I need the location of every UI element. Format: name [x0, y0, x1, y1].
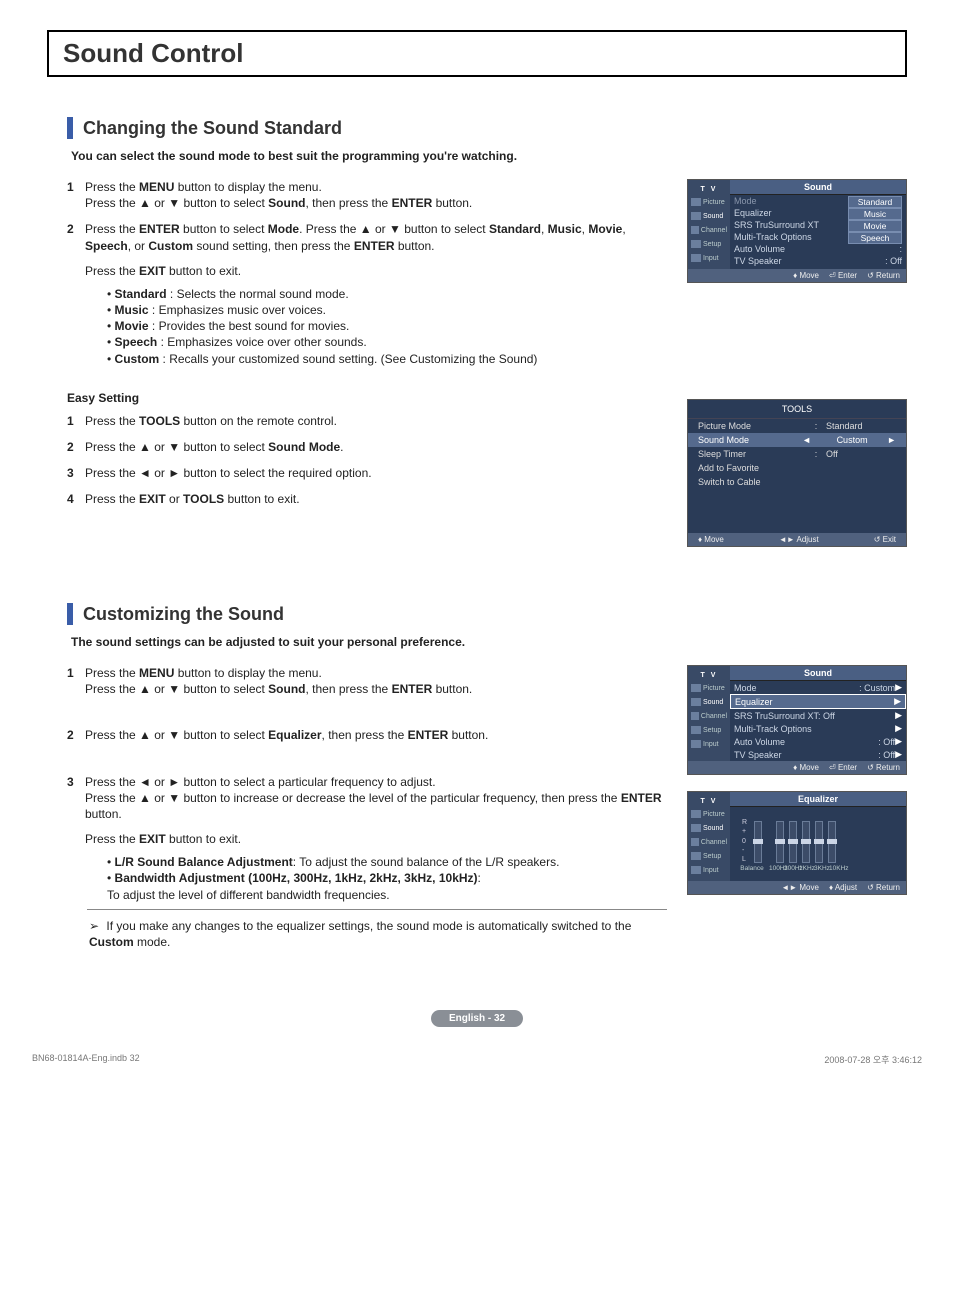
chevron-right-icon: ▶: [895, 682, 902, 693]
page-number-footer: English - 32: [47, 1010, 907, 1027]
picture-icon: [691, 198, 701, 206]
section-accent-bar: [67, 603, 73, 625]
tools-sound-mode-row[interactable]: Sound Mode◄Custom►: [688, 433, 906, 447]
section2-steps: 1Press the MENU button to display the me…: [67, 665, 667, 822]
section1-steps: 1 Press the MENU button to display the m…: [67, 179, 667, 254]
eq-slider[interactable]: [754, 821, 762, 863]
eq-slider[interactable]: [789, 821, 797, 863]
osd-sound-menu-panel: T V Picture Sound Channel Setup Input So…: [687, 665, 907, 775]
section1-desc: You can select the sound mode to best su…: [71, 149, 907, 163]
exit-line: Press the EXIT button to exit.: [85, 264, 667, 278]
osd-footer: ♦ Move ⏎ Enter ↺ Return: [688, 269, 906, 282]
channel-icon: [691, 838, 699, 846]
exit-line: Press the EXIT button to exit.: [85, 832, 667, 846]
setup-icon: [691, 852, 701, 860]
note-arrow-icon: ➢: [89, 919, 99, 933]
sound-icon: [691, 698, 701, 706]
section2-desc: The sound settings can be adjusted to su…: [71, 635, 907, 649]
note: ➢ If you make any changes to the equaliz…: [89, 918, 667, 950]
easy-setting-head: Easy Setting: [67, 391, 667, 405]
input-icon: [691, 866, 701, 874]
setup-icon: [691, 240, 701, 248]
osd-sound-mode-panel: T V Picture Sound Channel Setup Input So…: [687, 179, 907, 283]
doc-meta: BN68-01814A-Eng.indb 32 2008-07-28 오후 3:…: [2, 1047, 952, 1086]
tools-panel: TOOLS Picture Mode:Standard Sound Mode◄C…: [687, 399, 907, 547]
section1-title: Changing the Sound Standard: [83, 118, 342, 139]
osd-title: Sound: [730, 180, 906, 195]
sound-mode-bullets: Standard : Selects the normal sound mode…: [95, 286, 667, 367]
input-icon: [691, 740, 701, 748]
channel-icon: [691, 712, 699, 720]
channel-icon: [691, 226, 699, 234]
step-text: Press the ENTER button to select Mode. P…: [85, 221, 667, 253]
sound-icon: [691, 212, 701, 220]
setup-icon: [691, 726, 701, 734]
section1-head: Changing the Sound Standard: [67, 117, 907, 139]
step-text: Press the MENU button to display the men…: [85, 179, 667, 211]
section2-head: Customizing the Sound: [67, 603, 907, 625]
osd-equalizer-panel: T V Picture Sound Channel Setup Input Eq…: [687, 791, 907, 895]
eq-slider[interactable]: [815, 821, 823, 863]
picture-icon: [691, 810, 701, 818]
adjust-bullets: L/R Sound Balance Adjustment: To adjust …: [95, 854, 667, 903]
section2-title: Customizing the Sound: [83, 604, 284, 625]
section-accent-bar: [67, 117, 73, 139]
easy-steps: 1Press the TOOLS button on the remote co…: [67, 413, 667, 508]
chapter-title-box: Sound Control: [47, 30, 907, 77]
picture-icon: [691, 684, 701, 692]
eq-slider[interactable]: [802, 821, 810, 863]
eq-slider[interactable]: [828, 821, 836, 863]
input-icon: [691, 254, 701, 262]
sound-icon: [691, 824, 701, 832]
chapter-title: Sound Control: [63, 38, 244, 68]
eq-slider[interactable]: [776, 821, 784, 863]
